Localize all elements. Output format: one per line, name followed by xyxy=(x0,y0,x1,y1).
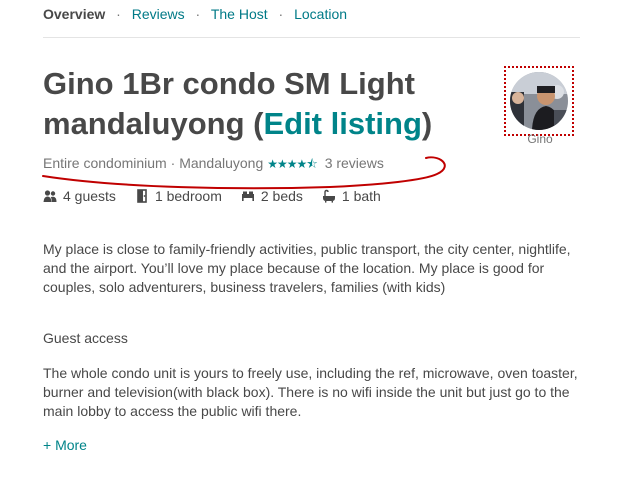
bedroom-icon xyxy=(135,189,149,203)
avatar-highlight-box xyxy=(504,66,574,136)
nav-the-host[interactable]: The Host xyxy=(211,6,268,22)
guest-access-text: The whole condo unit is yours to freely … xyxy=(43,365,578,419)
property-type: Entire condominium xyxy=(43,155,167,171)
title-line-2: mandaluyong ( xyxy=(43,106,264,141)
star-icon: ★ xyxy=(296,157,308,171)
nav-location[interactable]: Location xyxy=(294,6,347,22)
guests-icon xyxy=(43,189,57,203)
beds-item: 2 beds xyxy=(241,188,303,204)
bed-icon xyxy=(241,189,255,203)
nav-reviews[interactable]: Reviews xyxy=(132,6,185,22)
title-line-1: Gino 1Br condo SM Light xyxy=(43,66,415,101)
nav-separator: · xyxy=(116,6,121,22)
amenities-summary: 4 guests 1 bedroom 2 beds 1 bath xyxy=(43,188,400,204)
bath-icon xyxy=(322,189,336,203)
title-close-paren: ) xyxy=(421,106,433,141)
bedroom-item: 1 bedroom xyxy=(135,188,222,204)
nav-overview[interactable]: Overview xyxy=(43,6,105,22)
guests-count: 4 guests xyxy=(63,188,116,204)
star-icon: ★ xyxy=(277,157,288,171)
section-nav: Overview · Reviews · The Host · Location xyxy=(43,6,347,22)
bath-count: 1 bath xyxy=(341,188,381,204)
edit-listing-link[interactable]: Edit listing xyxy=(263,106,421,141)
listing-meta: Entire condominium · Mandaluyong ★★★★⯪ 3 r… xyxy=(43,155,384,176)
host-name[interactable]: Gino xyxy=(504,132,576,146)
bedroom-count: 1 bedroom xyxy=(154,188,222,204)
nav-separator: · xyxy=(195,6,201,22)
listing-description: My place is close to family-friendly act… xyxy=(43,241,571,295)
more-link[interactable]: + More xyxy=(43,437,87,453)
bath-item: 1 bath xyxy=(322,188,381,204)
star-icon: ★ xyxy=(286,157,298,171)
beds-count: 2 beds xyxy=(260,188,303,204)
nav-separator: · xyxy=(278,6,284,22)
reviews-link[interactable]: 3 reviews xyxy=(325,155,384,171)
host-profile[interactable]: Gino xyxy=(504,66,576,146)
rating-stars[interactable]: ★★★★⯪ xyxy=(267,157,317,171)
meta-separator: · xyxy=(170,155,176,171)
listing-title: Gino 1Br condo SM Light mandaluyong (Edi… xyxy=(43,64,463,144)
star-icon: ★ xyxy=(267,157,278,171)
guest-access-heading: Guest access xyxy=(43,330,128,346)
host-avatar[interactable] xyxy=(510,72,568,130)
star-half-icon: ⯪ xyxy=(306,157,317,171)
guests-item: 4 guests xyxy=(43,188,116,204)
city-link[interactable]: Mandaluyong xyxy=(179,155,263,171)
divider xyxy=(43,37,580,38)
